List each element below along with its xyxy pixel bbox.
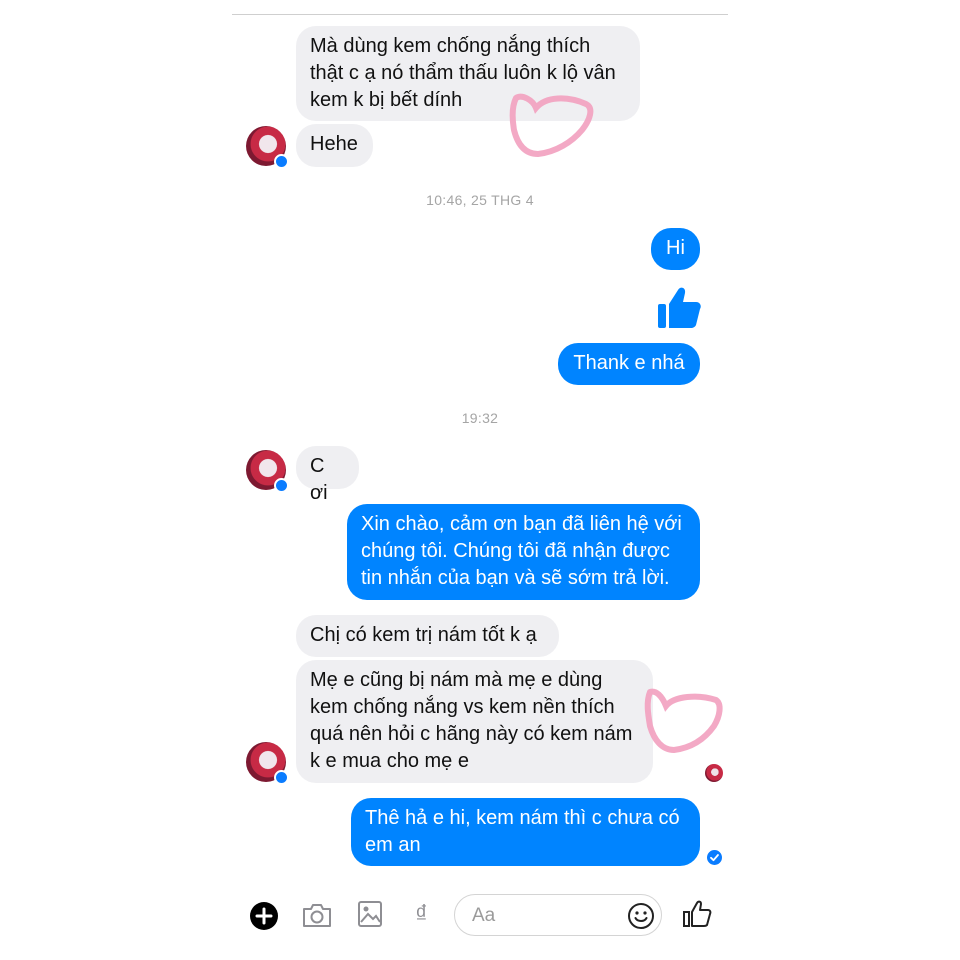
heart-doodle-icon: [644, 688, 723, 754]
timestamp: 19:32: [461, 410, 499, 426]
message-input[interactable]: Aa: [454, 894, 662, 936]
image-icon[interactable]: [357, 900, 383, 928]
avatar[interactable]: [246, 126, 289, 169]
incoming-message: Mẹ e cũng bị nám mà mẹ e dùng kem chống …: [296, 660, 653, 783]
incoming-message: Hehe: [296, 124, 373, 167]
messenger-badge-icon: [274, 478, 289, 493]
outgoing-message: Hi: [651, 228, 700, 270]
heart-doodle-icon: [509, 93, 594, 158]
top-divider: [232, 14, 728, 15]
messenger-badge-icon: [274, 154, 289, 169]
outgoing-message: Xin chào, cảm ơn bạn đã liên hệ với chún…: [347, 504, 700, 600]
outgoing-message: Thê hả e hi, kem nám thì c chưa có em an: [351, 798, 700, 866]
message-input-placeholder: Aa: [472, 905, 496, 926]
thumbs-up-icon: [658, 287, 701, 328]
camera-icon[interactable]: [301, 901, 333, 929]
like-icon[interactable]: [682, 899, 712, 929]
plus-icon[interactable]: [249, 901, 279, 931]
incoming-message: Chị có kem trị nám tốt k ạ: [296, 615, 559, 657]
avatar[interactable]: [246, 742, 289, 785]
messenger-badge-icon: [274, 770, 289, 785]
currency-icon[interactable]: ₫: [415, 900, 428, 929]
incoming-message: C ơi: [296, 446, 359, 504]
outgoing-message: Thank e nhá: [558, 343, 700, 385]
composer-bar: ₫ Aa: [0, 888, 960, 948]
seen-avatar: [705, 764, 723, 782]
emoji-icon[interactable]: [627, 902, 655, 930]
avatar[interactable]: [246, 450, 289, 493]
seen-check-icon: [707, 850, 722, 865]
timestamp: 10:46, 25 THG 4: [426, 192, 534, 208]
